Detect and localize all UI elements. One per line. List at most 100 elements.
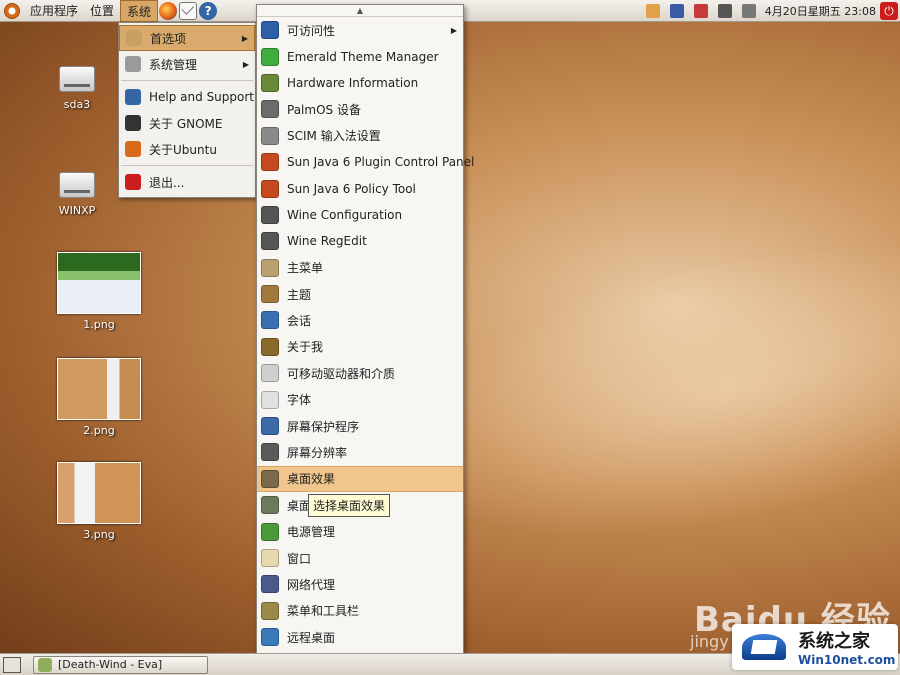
site-watermark: 系统之家 Win10net.com — [732, 624, 898, 670]
system-menu-item[interactable]: 首选项 ▶ — [119, 25, 255, 51]
drive-icon — [59, 172, 95, 198]
system-menu-item[interactable]: 关于Ubuntu — [119, 136, 255, 162]
preferences-menu-item-label: 主菜单 — [287, 261, 324, 276]
site-title: 系统之家 — [798, 631, 870, 652]
preferences-menu-item[interactable]: 网络代理 — [257, 571, 463, 597]
theme-icon — [261, 285, 279, 304]
ubuntu-logo-icon — [125, 141, 141, 157]
preferences-menu-item-label: 字体 — [287, 393, 312, 408]
submenu-arrow-icon: ▶ — [450, 25, 457, 35]
preferences-menu-item[interactable]: 菜单和工具栏 — [257, 598, 463, 624]
submenu-arrow-icon: ▶ — [241, 33, 248, 43]
system-menu-item[interactable]: 系统管理 ▶ — [119, 51, 255, 77]
preferences-menu-item[interactable]: 电源管理 — [257, 518, 463, 544]
preferences-menu-item[interactable]: Wine Configuration — [257, 202, 463, 228]
system-menu-item-label: Help and Support — [149, 90, 254, 104]
system-menu-item-label: 关于Ubuntu — [149, 142, 217, 157]
preferences-submenu: ▲ 可访问性 ▶ Emerald Theme Manager Hardware Inf… — [256, 4, 474, 675]
ubuntu-logo-icon[interactable] — [4, 2, 20, 19]
preferences-menu-item[interactable]: Sun Java 6 Policy Tool — [257, 175, 463, 201]
desktop-background-icon — [261, 496, 279, 515]
preferences-menu-item-label: Hardware Information — [287, 75, 419, 90]
preferences-menu-item[interactable]: 远程桌面 — [257, 624, 463, 650]
site-logo-icon — [738, 628, 794, 666]
image-thumbnail — [57, 358, 141, 420]
volume-icon[interactable] — [741, 4, 756, 18]
preferences-menu-item-label: Sun Java 6 Plugin Control Panel — [287, 155, 475, 170]
power-management-icon — [261, 522, 279, 541]
taskbar-window-button[interactable]: [Death-Wind - Eva] — [33, 655, 208, 674]
menu-system[interactable]: 系统 — [120, 0, 159, 22]
admin-gear-icon — [125, 56, 141, 72]
site-url: Win10net.com — [798, 653, 896, 667]
preferences-menu-item-label: 网络代理 — [287, 577, 336, 592]
system-tray: 4月20日星期五 23:08 ⏻ — [641, 0, 900, 22]
system-menu: 首选项 ▶ 系统管理 ▶ Help and Support 关于 GNOME 关于Ubunt… — [118, 22, 256, 198]
power-icon[interactable]: ⏻ — [880, 2, 898, 20]
preferences-menu-item[interactable]: Wine RegEdit — [257, 228, 463, 254]
preferences-menu-item[interactable]: 主题 — [257, 281, 463, 307]
menu-applications[interactable]: 应用程序 — [24, 0, 84, 22]
system-menu-item[interactable]: 关于 GNOME — [119, 110, 255, 136]
preferences-menu-item[interactable]: Emerald Theme Manager — [257, 43, 463, 69]
bluetooth-icon[interactable] — [669, 4, 684, 18]
accessibility-icon — [261, 21, 279, 40]
baidu-watermark-sub: jingy — [690, 632, 729, 651]
system-menu-item[interactable]: 退出... — [119, 169, 255, 195]
preferences-menu-item[interactable]: 会话 — [257, 307, 463, 333]
preferences-menu-item[interactable]: 可移动驱动器和介质 — [257, 360, 463, 386]
system-menu-item-label: 关于 GNOME — [149, 116, 223, 131]
remote-desktop-icon — [261, 628, 279, 647]
menu-places[interactable]: 位置 — [84, 0, 120, 22]
drive-icon — [59, 66, 95, 92]
preferences-icon — [126, 30, 142, 46]
submenu-arrow-icon: ▶ — [242, 59, 249, 69]
network-proxy-icon — [261, 575, 279, 594]
desktop-icon-1-png[interactable]: 1.png — [54, 252, 144, 331]
window-icon — [261, 549, 279, 567]
preferences-menu-item[interactable]: 主菜单 — [257, 255, 463, 281]
preferences-menu-item[interactable]: Sun Java 6 Plugin Control Panel — [257, 149, 474, 175]
notification-icon[interactable] — [693, 4, 708, 18]
preferences-menu-item[interactable]: 桌面效果 — [257, 465, 463, 493]
mail-icon[interactable] — [179, 1, 198, 20]
preferences-menu-item[interactable]: SCIM 输入法设置 — [257, 123, 463, 149]
system-menu-item[interactable]: Help and Support — [119, 84, 255, 110]
preferences-list: 可访问性 ▶ Emerald Theme Manager Hardware Infor… — [257, 17, 474, 675]
image-thumbnail — [57, 462, 141, 524]
preferences-menu-item[interactable]: Hardware Information — [257, 70, 463, 96]
preferences-menu-item[interactable]: 窗口 — [257, 545, 463, 571]
network-icon[interactable] — [717, 4, 732, 18]
preferences-menu-item-label: 屏幕保护程序 — [287, 419, 360, 434]
preferences-menu-item-label: 远程桌面 — [287, 630, 336, 645]
user-icon[interactable] — [645, 4, 660, 18]
desktop-icon-winxp[interactable]: WINXP — [32, 172, 122, 217]
taskbar-window-label: [Death-Wind - Eva] — [58, 658, 163, 671]
preferences-menu-item[interactable]: 字体 — [257, 386, 463, 412]
show-desktop-button[interactable] — [3, 656, 21, 673]
about-me-icon — [261, 337, 279, 356]
java-policy-icon — [261, 179, 279, 198]
preferences-menu-item[interactable]: 可访问性 ▶ — [257, 17, 463, 43]
desktop-icon-2-png[interactable]: 2.png — [54, 358, 144, 437]
gnome-foot-icon — [125, 115, 141, 131]
preferences-menu-item[interactable]: 屏幕保护程序 — [257, 413, 463, 439]
desktop-icon-label: sda3 — [63, 98, 91, 111]
firefox-icon[interactable] — [159, 1, 178, 20]
preferences-menu-item-label: Emerald Theme Manager — [287, 49, 439, 64]
help-icon[interactable]: ? — [199, 1, 218, 20]
desktop-icon-3-png[interactable]: 3.png — [54, 462, 144, 541]
desktop-icon-label: 3.png — [83, 528, 115, 541]
preferences-menu-item[interactable]: 屏幕分辨率 — [257, 439, 463, 465]
main-menu-icon — [261, 258, 279, 277]
scroll-up-button[interactable]: ▲ — [257, 5, 463, 17]
emerald-icon — [261, 47, 279, 66]
preferences-menu-item-label: 菜单和工具栏 — [287, 604, 360, 619]
desktop-icon-sda3[interactable]: sda3 — [32, 66, 122, 111]
preferences-menu-item[interactable]: 关于我 — [257, 334, 463, 360]
preferences-menu-item[interactable]: PalmOS 设备 — [257, 96, 463, 122]
clock[interactable]: 4月20日星期五 23:08 — [761, 3, 880, 19]
help-icon — [125, 89, 141, 105]
window-app-icon — [38, 657, 52, 672]
preferences-menu-item-label: 电源管理 — [287, 525, 336, 540]
